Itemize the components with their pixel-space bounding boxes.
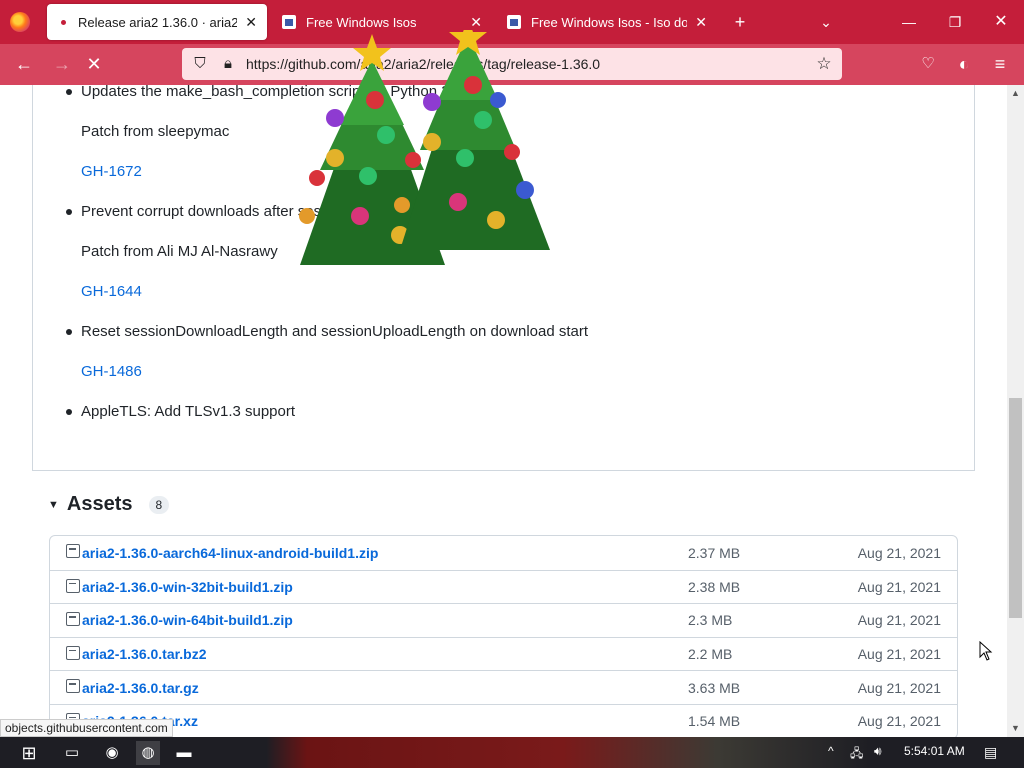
asset-link[interactable]: aria2-1.36.0.tar.gz [82, 680, 199, 696]
list-bullet [66, 89, 72, 95]
asset-link[interactable]: aria2-1.36.0.tar.bz2 [82, 646, 207, 662]
assets-count-badge: 8 [148, 495, 170, 514]
start-button-icon[interactable]: ⊞ [14, 741, 44, 765]
tab-favicon-icon [507, 15, 521, 29]
list-all-tabs-icon[interactable]: ⌄ [814, 10, 838, 34]
pocket-icon[interactable]: ♡ [916, 53, 940, 75]
scroll-up-arrow-icon[interactable]: ▲ [1007, 85, 1024, 102]
asset-date: Aug 21, 2021 [857, 544, 941, 561]
mouse-cursor-icon [979, 641, 993, 661]
close-tab-icon[interactable]: ✕ [470, 14, 482, 31]
package-icon [66, 612, 80, 627]
asset-size: 2.37 MB [688, 544, 741, 561]
asset-row: aria2-1.36.0.tar.xz 1.54 MB Aug 21, 2021 [50, 703, 957, 737]
release-note-text: Reset sessionDownloadLength and sessionU… [81, 323, 589, 340]
tab-favicon-icon [61, 19, 66, 25]
issue-link[interactable]: GH-1644 [81, 283, 142, 300]
tab-favicon-icon [282, 15, 296, 29]
asset-link[interactable]: aria2-1.36.0-aarch64-linux-android-build… [82, 545, 378, 561]
asset-size: 1.54 MB [688, 713, 741, 730]
scrollbar-thumb[interactable] [1009, 398, 1022, 618]
package-icon [66, 578, 80, 593]
menu-icon[interactable]: ≡ [988, 53, 1012, 75]
release-note-text: AppleTLS: Add TLSv1.3 support [81, 403, 296, 420]
asset-date: Aug 21, 2021 [857, 578, 941, 595]
asset-row: aria2-1.36.0-win-32bit-build1.zip 2.38 M… [50, 569, 957, 604]
stop-loading-icon[interactable]: ✕ [82, 53, 106, 75]
vertical-scrollbar[interactable]: ▲ ▼ [1007, 85, 1024, 737]
status-url-tooltip: objects.githubusercontent.com [0, 719, 173, 737]
asset-size: 2.38 MB [688, 578, 741, 595]
christmas-trees-decoration [299, 30, 550, 265]
windows-taskbar: ⊞ ▭ ◉ ◍ ▬ ^ 🖧︎ 🔊︎ 5:54:01 AM ▤ [0, 737, 1024, 768]
package-icon [66, 544, 80, 558]
chrome-icon[interactable]: ◉ [100, 741, 124, 765]
assets-title: Assets [66, 493, 133, 515]
asset-size: 3.63 MB [688, 679, 741, 696]
asset-size: 2.3 MB [688, 612, 733, 629]
asset-size: 2.2 MB [688, 646, 733, 663]
clock[interactable]: 5:54:01 AM [904, 744, 965, 758]
asset-row: aria2-1.36.0.tar.gz 3.63 MB Aug 21, 2021 [50, 670, 957, 704]
asset-date: Aug 21, 2021 [857, 713, 941, 730]
close-tab-icon[interactable]: ✕ [695, 14, 707, 31]
back-icon[interactable]: ← [12, 53, 36, 75]
minimize-icon[interactable]: — [897, 10, 921, 34]
tab-release-aria2[interactable]: Release aria2 1.36.0 · aria2/aria2 ✕ [47, 4, 267, 40]
tab-label: Free Windows Isos [306, 14, 417, 30]
asset-row: aria2-1.36.0-win-64bit-build1.zip 2.3 MB… [50, 603, 957, 637]
asset-link[interactable]: aria2-1.36.0-win-32bit-build1.zip [82, 579, 293, 595]
assets-header[interactable]: ▼ Assets 8 [48, 493, 170, 516]
tab-label: Release aria2 1.36.0 · aria2/aria2 [78, 14, 238, 30]
forward-icon[interactable]: → [50, 53, 74, 75]
asset-row: aria2-1.36.0-aarch64-linux-android-build… [50, 536, 957, 570]
restore-icon[interactable]: ❐ [943, 10, 967, 34]
file-explorer-icon[interactable]: ▬ [172, 741, 196, 765]
task-view-icon[interactable]: ▭ [60, 741, 84, 765]
new-tab-icon[interactable]: + [728, 10, 752, 34]
network-icon[interactable]: 🖧︎ [850, 744, 863, 765]
list-bullet [66, 409, 72, 415]
package-icon [66, 645, 80, 660]
close-window-icon[interactable]: ✕ [989, 10, 1013, 34]
lock-icon[interactable]: 🔒︎ [218, 54, 238, 74]
tracking-protection-shield-icon[interactable]: ⛉ [190, 54, 210, 74]
tab-label: Free Windows Isos - Iso downlo [531, 14, 688, 30]
notifications-icon[interactable]: ▤ [984, 744, 997, 761]
assets-list: aria2-1.36.0-aarch64-linux-android-build… [49, 535, 958, 737]
close-tab-icon[interactable]: ✕ [245, 14, 257, 31]
issue-link[interactable]: GH-1672 [81, 163, 142, 180]
bookmark-star-icon[interactable]: ☆ [812, 54, 836, 74]
scroll-down-arrow-icon[interactable]: ▼ [1007, 720, 1024, 737]
disclosure-triangle-icon[interactable]: ▼ [48, 499, 59, 511]
christmas-tree-right [394, 30, 550, 250]
asset-row: aria2-1.36.0.tar.bz2 2.2 MB Aug 21, 2021 [50, 636, 957, 671]
package-icon [66, 679, 80, 694]
asset-date: Aug 21, 2021 [857, 612, 941, 629]
issue-link[interactable]: GH-1486 [81, 363, 142, 380]
account-icon[interactable]: ◐ [952, 53, 976, 75]
show-hidden-icons-icon[interactable]: ^ [828, 744, 834, 758]
firefox-logo-icon[interactable] [10, 12, 30, 32]
asset-date: Aug 21, 2021 [857, 679, 941, 696]
list-bullet [66, 209, 72, 215]
patch-credit: Patch from Ali MJ Al-Nasrawy [81, 243, 278, 260]
asset-link[interactable]: aria2-1.36.0-win-64bit-build1.zip [82, 612, 293, 628]
asset-date: Aug 21, 2021 [857, 646, 941, 663]
patch-credit: Patch from sleepymac [81, 123, 230, 140]
list-bullet [66, 329, 72, 335]
firefox-taskbar-icon[interactable]: ◍ [136, 741, 160, 765]
volume-icon[interactable]: 🔊︎ [874, 744, 882, 759]
